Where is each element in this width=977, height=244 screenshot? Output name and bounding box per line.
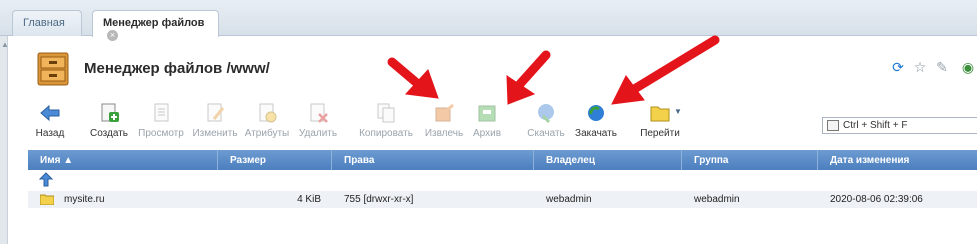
- upload-icon: [588, 105, 604, 121]
- new-file-icon: [101, 103, 119, 122]
- column-name-label: Имя ▲: [40, 155, 74, 166]
- left-panel-edge[interactable]: ▲: [0, 36, 9, 244]
- create-label: Создать: [89, 128, 128, 139]
- attributes-label: Атрибуты: [244, 128, 290, 139]
- folder-icon: [40, 194, 54, 205]
- tab-home[interactable]: Главная: [12, 10, 82, 36]
- row-group: webadmin: [694, 194, 740, 205]
- archive-button[interactable]: Архив: [470, 102, 504, 139]
- column-group-label: Группа: [694, 155, 729, 166]
- row-rights: 755 [drwxr-xr-x]: [344, 194, 414, 205]
- column-rights[interactable]: Права: [332, 150, 534, 170]
- create-button[interactable]: Создать: [88, 102, 130, 139]
- upload-button[interactable]: Закачать: [574, 102, 618, 139]
- extract-icon: [435, 103, 454, 122]
- arrow-left-icon: [40, 104, 60, 122]
- column-rights-label: Права: [344, 155, 375, 166]
- row-owner: webadmin: [546, 194, 592, 205]
- search-icon: [827, 120, 839, 131]
- column-owner[interactable]: Владелец: [534, 150, 682, 170]
- arrow-to-archive: [506, 50, 551, 105]
- collapse-icon[interactable]: ▲: [1, 40, 9, 49]
- copy-button[interactable]: Копировать: [358, 102, 414, 139]
- tab-file-manager[interactable]: Менеджер файлов×: [92, 10, 219, 41]
- view-label: Просмотр: [138, 128, 184, 139]
- table-header: Имя ▲ Размер Права Владелец Группа Дата …: [28, 150, 977, 170]
- column-size[interactable]: Размер: [218, 150, 332, 170]
- arrow-to-upload: [611, 35, 720, 105]
- column-modified-label: Дата изменения: [830, 155, 910, 166]
- copy-icon: [377, 103, 395, 123]
- extract-label: Извлечь: [424, 128, 464, 139]
- edit-label: Изменить: [192, 128, 238, 139]
- up-folder-icon: [38, 172, 54, 187]
- attributes-icon: [259, 103, 277, 123]
- chevron-down-icon[interactable]: ▼: [674, 107, 682, 116]
- page-title: Менеджер файлов /www/: [84, 60, 270, 77]
- upload-label: Закачать: [575, 128, 617, 139]
- delete-file-icon: [310, 103, 328, 123]
- column-group[interactable]: Группа: [682, 150, 818, 170]
- archive-icon: [478, 105, 496, 122]
- back-label: Назад: [35, 128, 65, 139]
- tab-file-manager-label: Менеджер файлов: [103, 17, 205, 29]
- table-row[interactable]: mysite.ru 4 KiB 755 [drwxr-xr-x] webadmi…: [28, 191, 977, 208]
- download-icon: [538, 104, 554, 124]
- edit-button[interactable]: Изменить: [192, 102, 238, 139]
- extract-button[interactable]: Извлечь: [422, 102, 466, 139]
- file-cabinet-icon: [37, 52, 69, 86]
- view-file-icon: [154, 103, 169, 122]
- view-button[interactable]: Просмотр: [136, 102, 186, 139]
- delete-label: Удалить: [298, 128, 338, 139]
- column-owner-label: Владелец: [546, 155, 595, 166]
- parent-directory-row[interactable]: [28, 170, 977, 190]
- tab-home-label: Главная: [23, 17, 65, 29]
- column-modified[interactable]: Дата изменения: [818, 150, 977, 170]
- delete-button[interactable]: Удалить: [296, 102, 340, 139]
- row-size: 4 KiB: [297, 194, 321, 205]
- goto-label: Перейти: [640, 128, 680, 139]
- column-name[interactable]: Имя ▲: [28, 150, 218, 170]
- archive-label: Архив: [472, 128, 502, 139]
- pin-icon[interactable]: ✎: [934, 59, 950, 75]
- search-input[interactable]: Ctrl + Shift + F: [822, 117, 977, 134]
- row-name[interactable]: mysite.ru: [64, 194, 105, 205]
- close-tab-icon[interactable]: ×: [107, 30, 118, 41]
- folder-icon: [650, 106, 670, 122]
- row-modified: 2020-08-06 02:39:06: [830, 194, 923, 205]
- attributes-button[interactable]: Атрибуты: [242, 102, 292, 139]
- download-label: Скачать: [527, 128, 565, 139]
- copy-label: Копировать: [359, 128, 413, 139]
- edit-file-icon: [207, 103, 225, 122]
- download-button[interactable]: Скачать: [526, 102, 566, 139]
- help-globe-icon[interactable]: ◉: [960, 59, 976, 75]
- search-placeholder: Ctrl + Shift + F: [843, 120, 908, 131]
- tab-strip: Главная Менеджер файлов×: [0, 0, 977, 41]
- refresh-icon[interactable]: ⟳: [890, 59, 906, 75]
- back-button[interactable]: Назад: [30, 102, 70, 139]
- column-size-label: Размер: [230, 155, 267, 166]
- star-icon[interactable]: ☆: [912, 59, 928, 75]
- arrow-to-extract: [387, 57, 439, 99]
